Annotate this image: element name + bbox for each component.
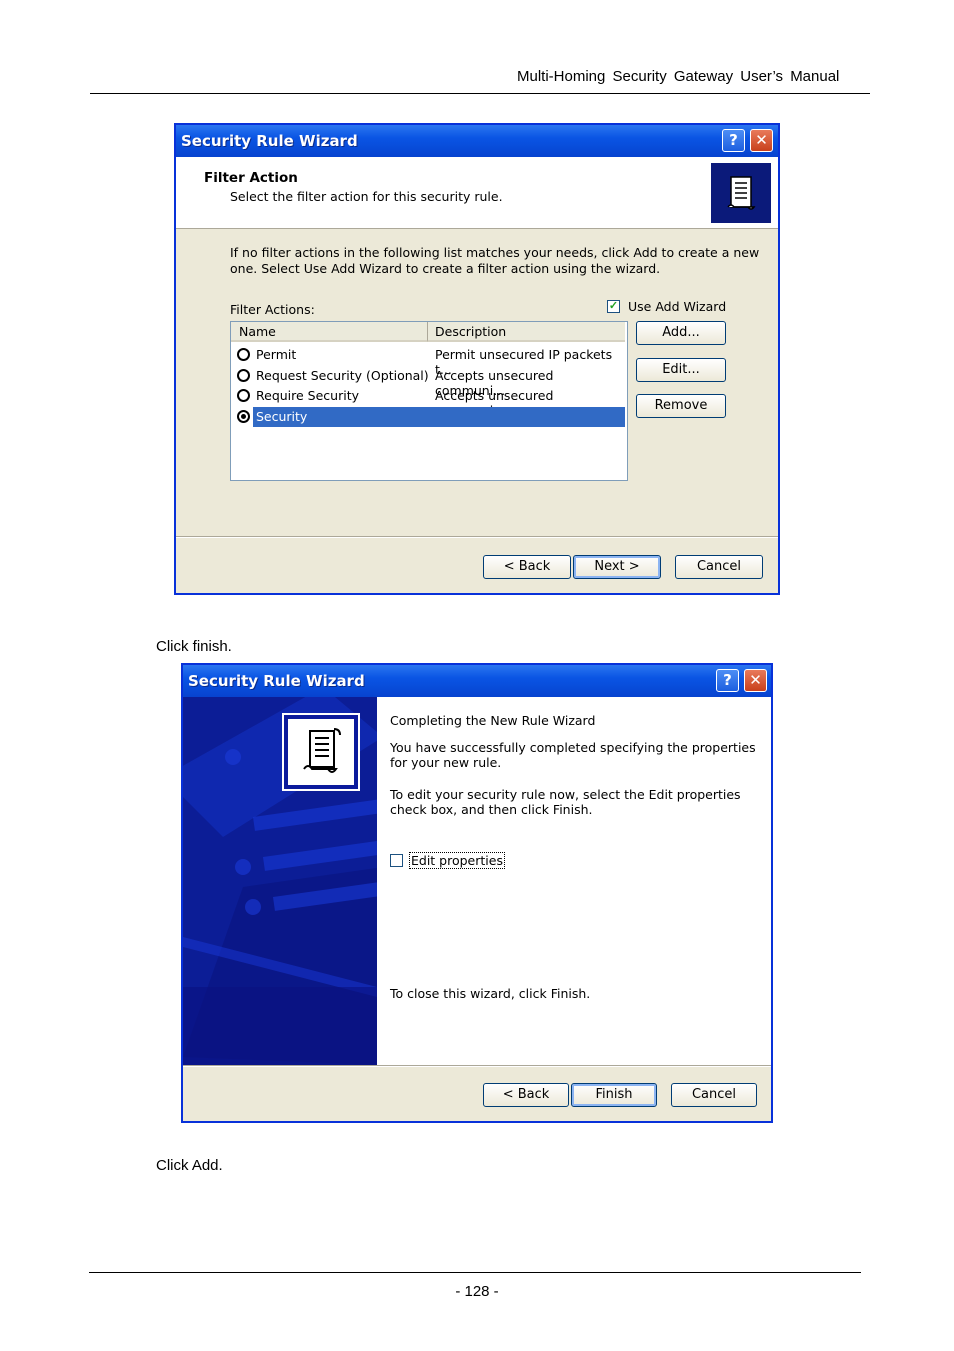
radio-button-icon[interactable]: [237, 410, 250, 423]
checkbox-icon[interactable]: ✓: [607, 300, 620, 313]
checkbox-icon[interactable]: [390, 854, 403, 867]
wizard-side-banner: [183, 697, 377, 1065]
wizard-header-band: Filter Action Select the filter action f…: [176, 157, 778, 229]
selection-highlight: [253, 407, 625, 427]
titlebar: Security Rule Wizard: [183, 665, 771, 697]
filter-actions-list[interactable]: Name Description Permit Permit unsecured…: [230, 321, 628, 481]
cancel-button[interactable]: Cancel: [675, 555, 763, 579]
table-row-selected[interactable]: Security: [231, 407, 625, 427]
page-number: - 128 -: [455, 1283, 499, 1300]
window-title: Security Rule Wizard: [181, 132, 358, 150]
column-header-description[interactable]: Description: [428, 322, 625, 342]
wizard-content-area: Completing the New Rule Wizard You have …: [377, 697, 771, 1065]
caption-click-add: Click Add.: [156, 1157, 223, 1174]
scroll-document-icon: [711, 163, 771, 223]
row-name: Request Security (Optional): [256, 368, 429, 383]
edit-properties-checkbox[interactable]: Edit properties: [390, 852, 505, 870]
table-row[interactable]: Permit Permit unsecured IP packets t...: [231, 345, 625, 377]
help-icon[interactable]: ?: [716, 669, 739, 692]
footer-divider: [176, 536, 778, 538]
add-button[interactable]: Add...: [636, 321, 726, 345]
radio-button-icon[interactable]: [237, 389, 250, 402]
table-row[interactable]: Request Security (Optional) Accepts unse…: [231, 366, 625, 398]
success-text-line-1: You have successfully completed specifyi…: [390, 740, 756, 755]
instruction-line-1: If no filter actions in the following li…: [230, 245, 760, 260]
header-rule: [90, 93, 870, 94]
edit-properties-label: Edit properties: [409, 852, 505, 869]
footer-divider: [183, 1065, 771, 1067]
table-row[interactable]: Require Security Accepts unsecured commu…: [231, 386, 625, 418]
titlebar: Security Rule Wizard: [176, 125, 778, 157]
remove-button[interactable]: Remove: [636, 394, 726, 418]
radio-button-icon[interactable]: [237, 348, 250, 361]
next-button[interactable]: Next >: [573, 555, 661, 579]
help-icon[interactable]: ?: [722, 129, 745, 152]
instruction-line-2: one. Select Use Add Wizard to create a f…: [230, 261, 661, 276]
back-button[interactable]: < Back: [483, 1083, 569, 1107]
filter-actions-label: Filter Actions:: [230, 302, 315, 317]
edit-button[interactable]: Edit...: [636, 358, 726, 382]
edit-hint-line-2: check box, and then click Finish.: [390, 802, 593, 817]
column-header-name[interactable]: Name: [231, 322, 428, 342]
row-name: Permit: [256, 347, 297, 362]
page-heading: Filter Action: [204, 170, 298, 186]
row-name: Security: [256, 409, 308, 424]
close-icon[interactable]: ✕: [744, 669, 767, 692]
finish-button[interactable]: Finish: [571, 1083, 657, 1107]
scroll-document-icon: [282, 713, 360, 791]
caption-click-finish: Click finish.: [156, 638, 232, 655]
page-header: Multi-Homing Security Gateway User’s Man…: [517, 68, 840, 85]
page-subheading: Select the filter action for this securi…: [230, 189, 503, 204]
edit-hint-line-1: To edit your security rule now, select t…: [390, 787, 741, 802]
completion-heading: Completing the New Rule Wizard: [390, 713, 596, 728]
close-icon[interactable]: ✕: [750, 129, 773, 152]
back-button[interactable]: < Back: [483, 555, 571, 579]
success-text-line-2: for your new rule.: [390, 755, 502, 770]
wizard-complete-window: Security Rule Wizard ? ✕ Completing the …: [181, 663, 773, 1123]
row-name: Require Security: [256, 388, 360, 403]
use-add-wizard-label: Use Add Wizard: [628, 299, 727, 314]
close-wizard-text: To close this wizard, click Finish.: [390, 986, 591, 1001]
cancel-button[interactable]: Cancel: [671, 1083, 757, 1107]
window-title: Security Rule Wizard: [188, 672, 365, 690]
footer-rule: [89, 1272, 861, 1273]
radio-button-icon[interactable]: [237, 369, 250, 382]
wizard-filter-action-window: Security Rule Wizard ? ✕ Filter Action S…: [174, 123, 780, 595]
